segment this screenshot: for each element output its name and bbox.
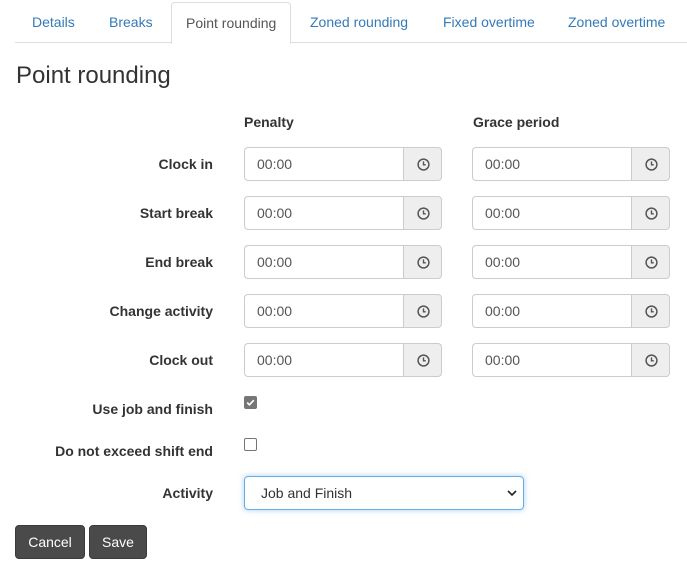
chevron-down-icon — [507, 490, 517, 497]
start-break-grace-input[interactable] — [472, 196, 631, 230]
clock-icon — [645, 207, 658, 220]
clock-icon — [645, 305, 658, 318]
use-job-and-finish-checkbox[interactable] — [244, 396, 257, 409]
check-icon — [246, 399, 255, 406]
do-not-exceed-shift-end-checkbox[interactable] — [244, 438, 257, 451]
end-break-label: End break — [145, 254, 213, 270]
clock-out-label: Clock out — [149, 352, 213, 368]
end-break-grace-group — [472, 245, 670, 279]
start-break-penalty-clock-button[interactable] — [403, 196, 442, 230]
save-button[interactable]: Save — [89, 525, 147, 559]
clock-out-grace-input[interactable] — [472, 343, 631, 377]
clock-out-penalty-input[interactable] — [244, 343, 403, 377]
end-break-grace-clock-button[interactable] — [631, 245, 670, 279]
clock-in-penalty-clock-button[interactable] — [403, 147, 442, 181]
clock-icon — [645, 354, 658, 367]
clock-in-grace-clock-button[interactable] — [631, 147, 670, 181]
change-activity-label: Change activity — [109, 303, 213, 319]
clock-in-grace-input[interactable] — [472, 147, 631, 181]
clock-out-grace-group — [472, 343, 670, 377]
clock-icon — [417, 256, 430, 269]
start-break-penalty-group — [244, 196, 442, 230]
change-activity-penalty-clock-button[interactable] — [403, 294, 442, 328]
clock-icon — [417, 158, 430, 171]
clock-icon — [417, 305, 430, 318]
clock-out-penalty-group — [244, 343, 442, 377]
activity-select-value: Job and Finish — [261, 485, 353, 501]
penalty-column-header: Penalty — [244, 114, 294, 130]
change-activity-grace-input[interactable] — [472, 294, 631, 328]
tab-breaks[interactable]: Breaks — [109, 2, 153, 43]
start-break-label: Start break — [139, 205, 213, 221]
end-break-penalty-group — [244, 245, 442, 279]
tab-point-rounding[interactable]: Point rounding — [171, 2, 292, 44]
tab-zoned-rounding[interactable]: Zoned rounding — [310, 2, 408, 43]
use-job-and-finish-label: Use job and finish — [92, 401, 213, 417]
clock-out-grace-clock-button[interactable] — [631, 343, 670, 377]
end-break-penalty-clock-button[interactable] — [403, 245, 442, 279]
grace-period-column-header: Grace period — [473, 114, 560, 130]
clock-in-penalty-group — [244, 147, 442, 181]
clock-icon — [645, 256, 658, 269]
start-break-grace-group — [472, 196, 670, 230]
change-activity-penalty-input[interactable] — [244, 294, 403, 328]
clock-icon — [417, 354, 430, 367]
clock-icon — [645, 158, 658, 171]
activity-select[interactable]: Job and Finish — [244, 476, 524, 510]
clock-icon — [417, 207, 430, 220]
change-activity-grace-group — [472, 294, 670, 328]
start-break-grace-clock-button[interactable] — [631, 196, 670, 230]
tab-bar: Details Breaks Point rounding Zoned roun… — [15, 0, 687, 44]
tab-fixed-overtime[interactable]: Fixed overtime — [443, 2, 535, 43]
change-activity-grace-clock-button[interactable] — [631, 294, 670, 328]
tab-zoned-overtime[interactable]: Zoned overtime — [568, 2, 665, 43]
end-break-grace-input[interactable] — [472, 245, 631, 279]
clock-in-penalty-input[interactable] — [244, 147, 403, 181]
clock-in-grace-group — [472, 147, 670, 181]
do-not-exceed-shift-end-label: Do not exceed shift end — [55, 443, 213, 459]
cancel-button[interactable]: Cancel — [15, 525, 85, 559]
end-break-penalty-input[interactable] — [244, 245, 403, 279]
page-title: Point rounding — [16, 62, 171, 89]
activity-label: Activity — [162, 485, 213, 501]
clock-out-penalty-clock-button[interactable] — [403, 343, 442, 377]
clock-in-label: Clock in — [158, 156, 213, 172]
change-activity-penalty-group — [244, 294, 442, 328]
start-break-penalty-input[interactable] — [244, 196, 403, 230]
tab-details[interactable]: Details — [32, 2, 75, 43]
